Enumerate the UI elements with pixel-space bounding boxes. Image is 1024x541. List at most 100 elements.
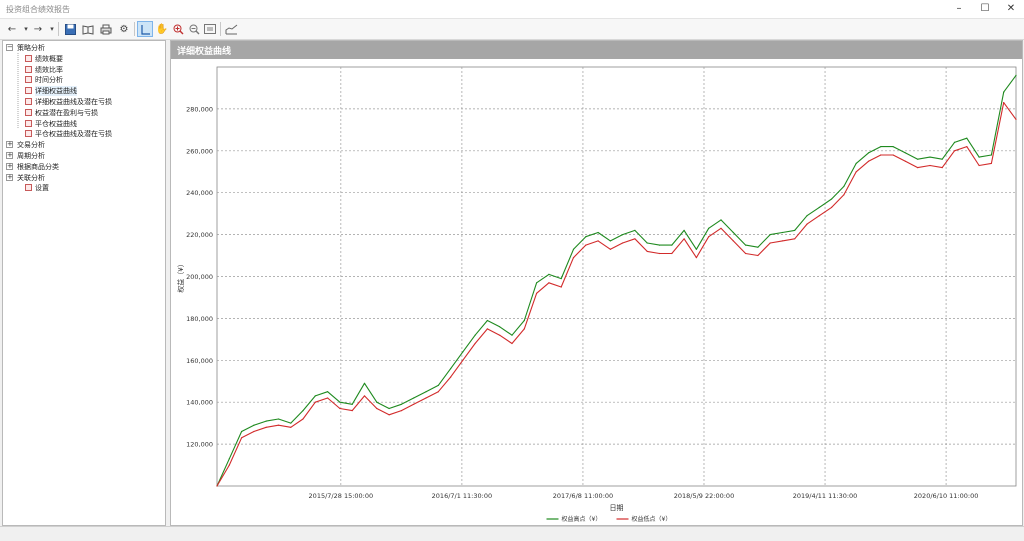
tree-item[interactable]: 设置 — [3, 183, 163, 193]
low-point — [302, 418, 304, 420]
y-tick-label: 240,000 — [186, 189, 213, 197]
high-point — [499, 326, 501, 328]
legend-label: 权益高点（¥） — [562, 515, 602, 523]
tree-item-label: 根据商品分类 — [17, 162, 59, 171]
low-point — [327, 397, 329, 399]
fit-window-icon[interactable] — [202, 21, 218, 37]
low-point — [499, 334, 501, 336]
tree-item-label: 平仓权益曲线 — [35, 119, 77, 128]
save-icon[interactable] — [62, 21, 78, 37]
low-point — [572, 257, 575, 259]
high-point — [978, 156, 980, 158]
low-point — [425, 397, 427, 399]
tree-item-label: 设置 — [35, 184, 49, 193]
low-point — [560, 286, 562, 288]
high-point — [400, 403, 402, 405]
high-point — [314, 395, 316, 397]
expand-icon[interactable]: + — [6, 141, 13, 149]
y-tick-label: 280,000 — [186, 105, 213, 113]
gear-icon[interactable]: ⚙ — [116, 21, 132, 37]
high-point — [929, 156, 931, 158]
analysis-tree: − 策略分析 绩效概要 绩效比率 时间分析 详细权益曲线 详细权益曲线及潜在亏损 权益潜在盈利… — [2, 40, 166, 526]
tree-item[interactable]: 权益潜在盈利与亏损 — [3, 108, 163, 118]
low-point — [966, 146, 968, 148]
low-point — [831, 206, 833, 208]
high-point — [302, 410, 304, 412]
tree-item[interactable]: 绩效比率 — [3, 65, 163, 75]
high-point — [388, 407, 390, 410]
low-point — [486, 328, 488, 330]
high-point — [917, 158, 919, 160]
tree-item-label: 权益潜在盈利与亏损 — [35, 108, 98, 117]
low-point — [769, 242, 771, 244]
hand-pan-icon[interactable]: ✋ — [154, 21, 170, 37]
tree-item-label: 详细权益曲线 — [35, 86, 77, 97]
y-tick-label: 160,000 — [186, 357, 213, 365]
collapse-icon[interactable]: − — [6, 44, 13, 51]
high-point — [892, 146, 894, 148]
expand-icon[interactable]: + — [6, 162, 13, 170]
y-tick-label: 180,000 — [186, 315, 213, 323]
high-point — [646, 242, 648, 244]
tree-item-label: 绩效比率 — [35, 65, 63, 74]
high-point — [351, 403, 353, 405]
report-page-icon — [25, 108, 32, 116]
low-point — [511, 342, 513, 345]
high-point — [437, 384, 439, 386]
low-point — [990, 162, 993, 164]
title-bar: 投资组合绩效报告 – ☐ ✕ — [0, 0, 1024, 19]
low-point — [745, 252, 747, 255]
low-point — [658, 252, 661, 255]
equity-curve-chart[interactable]: 120,000 140,000 160,000 180,000 200,000 220,0… — [171, 59, 1022, 525]
high-point — [277, 418, 280, 420]
tree-item[interactable]: 平仓权益曲线 — [3, 119, 163, 129]
high-point — [363, 382, 366, 384]
tree-item[interactable]: + 根据商品分类 — [3, 162, 163, 172]
tree-item-label: 平仓权益曲线及潜在亏损 — [35, 130, 112, 139]
high-point — [671, 244, 673, 246]
high-point — [658, 244, 661, 246]
report-page-icon — [25, 54, 32, 62]
x-tick-label: 2020/6/10 11:00:00 — [914, 492, 979, 500]
zoom-in-icon[interactable] — [170, 21, 186, 37]
low-point — [339, 407, 341, 410]
high-point — [1003, 91, 1005, 93]
expand-icon[interactable]: + — [6, 152, 13, 159]
x-tick-label: 2015/7/28 15:00:00 — [309, 492, 374, 500]
panel-title: 详细权益曲线 — [177, 47, 232, 57]
low-point — [314, 401, 316, 403]
tree-item[interactable]: − 策略分析 — [3, 43, 163, 53]
tree-item[interactable]: 绩效概要 — [3, 54, 163, 64]
close-icon[interactable]: ✕ — [996, 0, 1024, 18]
tree-item[interactable]: + 周期分析 — [3, 151, 163, 161]
tree-item[interactable]: + 关联分析 — [3, 173, 163, 183]
print-icon[interactable] — [98, 21, 114, 37]
high-point — [572, 248, 575, 250]
y-tick-label: 260,000 — [186, 147, 213, 155]
low-point — [818, 215, 820, 217]
tree-item[interactable]: 平仓权益曲线及潜在亏损 — [3, 129, 163, 139]
low-point — [671, 252, 673, 255]
low-point — [523, 328, 525, 330]
tree-item[interactable]: 时间分析 — [3, 75, 163, 85]
low-point — [941, 167, 943, 169]
high-point — [339, 401, 341, 403]
tree-item[interactable]: + 交易分析 — [3, 140, 163, 150]
low-point — [781, 240, 784, 242]
low-point — [1015, 118, 1017, 120]
high-point — [720, 219, 722, 221]
tree-item[interactable]: 详细权益曲线 — [3, 86, 163, 97]
tree-item-label: 关联分析 — [17, 173, 45, 182]
speed-chart-icon[interactable] — [223, 21, 239, 37]
pointer-select-icon[interactable] — [137, 21, 153, 37]
toolbar: ← ▾ → ▾ ⚙ ✋ — [0, 19, 1024, 40]
zoom-out-icon[interactable] — [186, 21, 202, 37]
high-point — [265, 420, 267, 422]
report-page-icon — [25, 119, 32, 127]
low-point — [290, 426, 292, 428]
open-book-icon[interactable] — [80, 21, 96, 37]
high-point — [228, 458, 230, 460]
low-point — [843, 194, 845, 196]
tree-item[interactable]: 详细权益曲线及潜在亏损 — [3, 97, 163, 107]
expand-icon[interactable]: + — [6, 173, 13, 181]
